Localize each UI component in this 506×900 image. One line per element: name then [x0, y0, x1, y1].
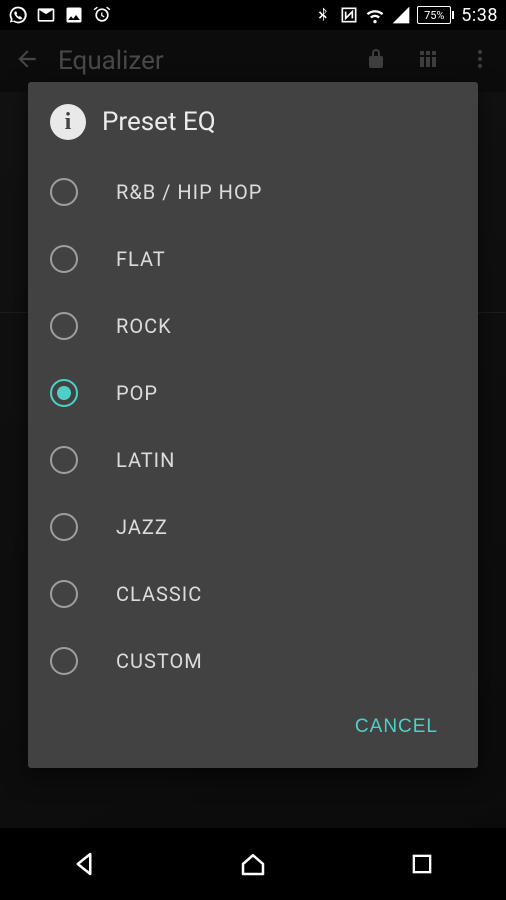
gmail-icon — [36, 5, 56, 25]
nav-home-button[interactable] — [233, 844, 273, 884]
preset-option[interactable]: FLAT — [50, 225, 456, 292]
preset-option[interactable]: CLASSIC — [50, 560, 456, 627]
preset-option[interactable]: JAZZ — [50, 493, 456, 560]
preset-options-list: R&B / HIP HOP FLAT ROCK POP LATIN JAZZ CLASSIC… — [50, 158, 456, 694]
whatsapp-icon — [8, 5, 28, 25]
navigation-bar — [0, 828, 506, 900]
dialog-title: Preset EQ — [102, 107, 216, 137]
preset-option-label: FLAT — [116, 247, 166, 271]
preset-option-label: ROCK — [116, 314, 172, 338]
battery-indicator: 75% — [417, 6, 451, 24]
bluetooth-icon — [313, 5, 333, 25]
preset-option[interactable]: POP — [50, 359, 456, 426]
radio-icon — [50, 647, 78, 675]
preset-option[interactable]: R&B / HIP HOP — [50, 158, 456, 225]
clock: 5:38 — [461, 5, 498, 26]
preset-option-label: CLASSIC — [116, 582, 202, 606]
radio-icon — [50, 580, 78, 608]
image-icon — [64, 5, 84, 25]
status-bar: 75% 5:38 — [0, 0, 506, 30]
signal-icon — [391, 5, 411, 25]
preset-option[interactable]: ROCK — [50, 292, 456, 359]
preset-option[interactable]: LATIN — [50, 426, 456, 493]
radio-icon — [50, 178, 78, 206]
preset-option-label: POP — [116, 381, 158, 405]
alarm-icon — [92, 5, 112, 25]
preset-option-label: CUSTOM — [116, 649, 203, 673]
radio-icon — [50, 513, 78, 541]
radio-icon — [50, 379, 78, 407]
radio-icon — [50, 245, 78, 273]
battery-percent: 75% — [424, 9, 444, 22]
preset-option-label: JAZZ — [116, 515, 168, 539]
preset-option[interactable]: CUSTOM — [50, 627, 456, 694]
preset-option-label: LATIN — [116, 448, 175, 472]
wifi-icon — [365, 5, 385, 25]
cancel-button[interactable]: CANCEL — [345, 708, 448, 746]
preset-option-label: R&B / HIP HOP — [116, 180, 262, 204]
radio-icon — [50, 446, 78, 474]
nfc-icon — [339, 5, 359, 25]
preset-eq-dialog: i Preset EQ R&B / HIP HOP FLAT ROCK POP LATI… — [28, 82, 478, 768]
info-icon: i — [50, 104, 86, 140]
radio-icon — [50, 312, 78, 340]
nav-back-button[interactable] — [64, 844, 104, 884]
nav-recent-button[interactable] — [402, 844, 442, 884]
